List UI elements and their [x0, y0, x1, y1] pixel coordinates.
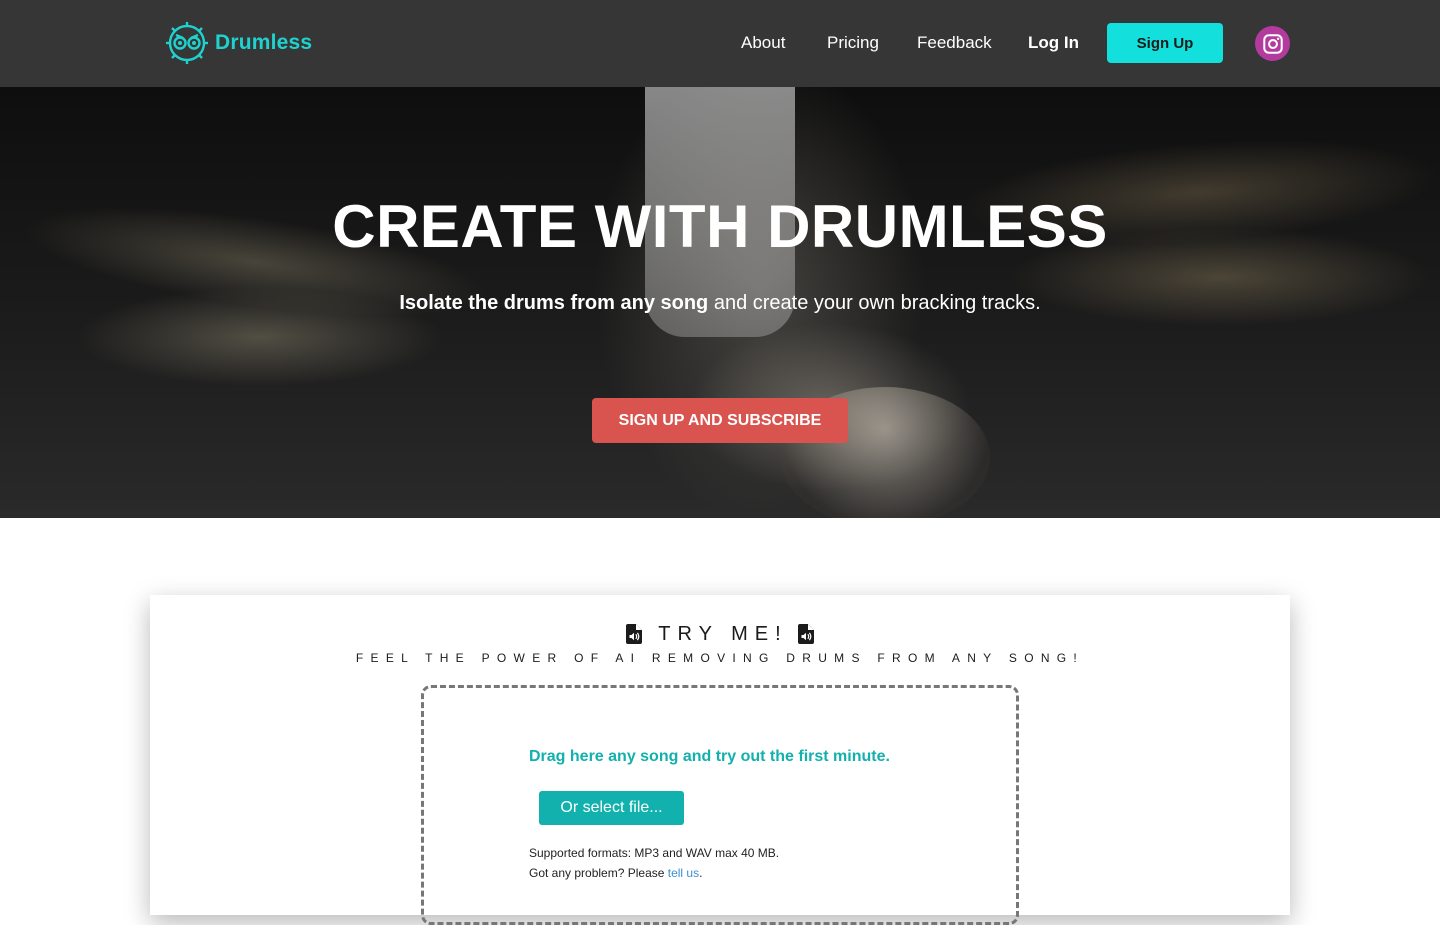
problem-text-line: Got any problem? Please tell us. [529, 863, 779, 883]
try-me-title: TRY ME! [658, 623, 788, 645]
hero-subtitle-bold: Isolate the drums from any song [399, 292, 709, 314]
problem-text-end: . [699, 866, 703, 880]
signup-subscribe-button[interactable]: SIGN UP AND SUBSCRIBE [592, 398, 848, 443]
nav-link-feedback[interactable]: Feedback [917, 32, 992, 54]
hero-title: CREATE WITH DRUMLESS [332, 193, 1108, 260]
supported-formats-text: Supported formats: MP3 and WAV max 40 MB… [529, 846, 780, 860]
audio-file-icon [626, 624, 643, 644]
file-dropzone[interactable]: Drag here any song and try out the first… [421, 685, 1019, 925]
instagram-link[interactable] [1255, 26, 1290, 61]
login-link[interactable]: Log In [1028, 32, 1079, 54]
brand-name: Drumless [215, 31, 313, 54]
tell-us-link[interactable]: tell us [668, 866, 699, 880]
nav-link-about[interactable]: About [741, 32, 785, 54]
top-navbar: Drumless About Pricing Feedback Log In S… [0, 0, 1440, 87]
instagram-icon [1262, 33, 1283, 54]
signup-button[interactable]: Sign Up [1107, 23, 1223, 63]
nav-link-pricing[interactable]: Pricing [827, 32, 879, 54]
hero-section: CREATE WITH DRUMLESS Isolate the drums f… [0, 87, 1440, 518]
try-me-subheading: FEEL THE POWER OF AI REMOVING DRUMS FROM… [355, 651, 1085, 665]
select-file-button[interactable]: Or select file... [539, 791, 684, 825]
audio-file-icon [797, 624, 814, 644]
try-me-heading: TRY ME! [150, 622, 1290, 646]
problem-text: Got any problem? Please [529, 866, 668, 880]
hero-subtitle: Isolate the drums from any song and crea… [0, 290, 1440, 316]
brand-logo[interactable]: Drumless [163, 20, 312, 66]
supported-formats-note: Supported formats: MP3 and WAV max 40 MB… [529, 843, 779, 883]
dropzone-instruction: Drag here any song and try out the first… [529, 748, 890, 765]
drumless-logo-icon [166, 22, 208, 64]
try-me-card: TRY ME! FEEL THE POWER OF AI REMOVING DR… [150, 595, 1290, 925]
hero-subtitle-rest: and create your own bracking tracks. [708, 292, 1041, 314]
